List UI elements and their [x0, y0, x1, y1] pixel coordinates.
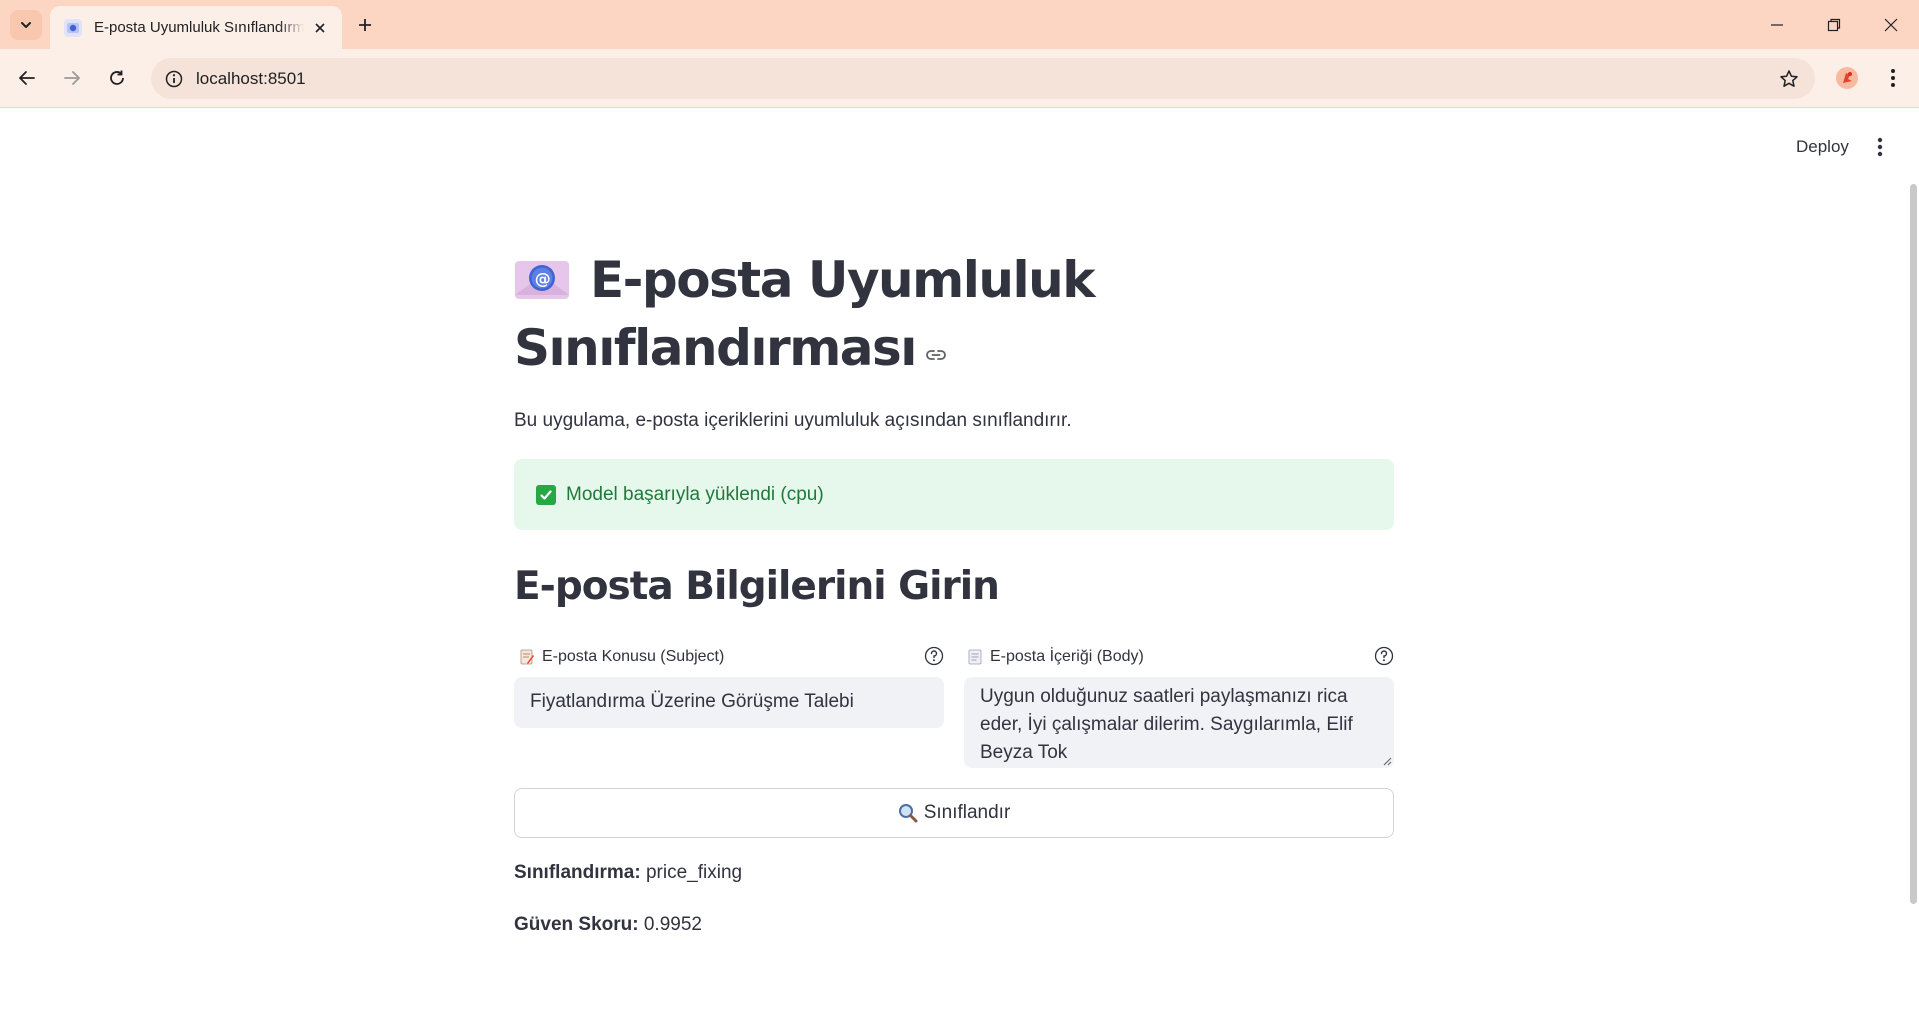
browser-tab-active[interactable]: E-posta Uyumluluk Sınıflandırması — [50, 6, 342, 49]
magnifying-glass-icon — [898, 804, 918, 823]
extension-icon[interactable] — [1832, 63, 1862, 93]
success-message: Model başarıyla yüklendi (cpu) — [566, 483, 824, 505]
site-info-icon[interactable] — [163, 68, 185, 90]
page-scrollbar[interactable] — [1910, 184, 1917, 904]
classify-button-label: Sınıflandır — [923, 802, 1011, 823]
classification-value: price_fixing — [645, 862, 743, 883]
tab-close-icon[interactable] — [310, 18, 330, 38]
classify-button[interactable]: Sınıflandır — [514, 788, 1394, 838]
subject-help-icon[interactable] — [924, 646, 944, 666]
subject-label-text: E-posta Konusu (Subject) — [542, 648, 725, 665]
confidence-label: Güven Skoru: — [514, 914, 639, 935]
restore-icon — [1827, 18, 1841, 32]
tab-title: E-posta Uyumluluk Sınıflandırması — [94, 19, 304, 36]
arrow-left-icon — [19, 71, 35, 85]
app-menu-button[interactable] — [1866, 132, 1894, 162]
browser-tab-bar: E-posta Uyumluluk Sınıflandırması — [0, 0, 1919, 49]
confidence-value: 0.9952 — [643, 914, 702, 935]
reload-button[interactable] — [102, 63, 132, 93]
app-description: Bu uygulama, e-posta içeriklerini uyumlu… — [514, 410, 1072, 431]
success-alert: Model başarıyla yüklendi (cpu) — [514, 459, 1394, 530]
body-label: E-posta İçeriği (Body) — [968, 648, 1144, 666]
chevron-down-icon — [21, 22, 31, 28]
confidence-result: Güven Skoru: 0.9952 — [514, 914, 702, 936]
close-window-button[interactable] — [1873, 10, 1909, 40]
bookmark-star-icon[interactable] — [1777, 67, 1801, 91]
subject-input[interactable]: Fiyatlandırma Üzerine Görüşme Talebi — [514, 677, 944, 728]
subject-label: E-posta Konusu (Subject) — [520, 648, 724, 666]
browser-toolbar: localhost:8501 — [0, 49, 1919, 108]
minimize-button[interactable] — [1759, 10, 1795, 40]
memo-icon — [520, 649, 534, 665]
page-title: @ E-posta Uyumluluk Sınıflandırması — [514, 246, 1274, 382]
page-icon — [968, 649, 982, 665]
close-icon — [1884, 18, 1898, 32]
title-line-2: Sınıflandırması — [514, 319, 917, 377]
back-button[interactable] — [12, 63, 42, 93]
body-label-text: E-posta İçeriği (Body) — [990, 648, 1144, 665]
resize-handle-icon[interactable] — [1380, 754, 1392, 766]
minimize-icon — [1771, 24, 1783, 26]
forward-button[interactable] — [57, 63, 87, 93]
restore-button[interactable] — [1816, 10, 1852, 40]
new-tab-button[interactable] — [352, 12, 378, 38]
deploy-button[interactable]: Deploy — [1784, 131, 1861, 163]
plus-icon — [359, 19, 371, 31]
svg-text:@: @ — [535, 269, 550, 288]
more-vert-icon — [1891, 69, 1895, 87]
section-header: E-posta Bilgilerini Girin — [514, 564, 1000, 609]
title-line-1: E-posta Uyumluluk — [590, 251, 1095, 309]
classification-result: Sınıflandırma: price_fixing — [514, 862, 742, 884]
e-mail-emoji-icon: @ — [514, 250, 570, 299]
browser-menu-button[interactable] — [1878, 63, 1908, 93]
address-bar[interactable]: localhost:8501 — [151, 58, 1815, 99]
check-mark-icon — [536, 484, 556, 505]
more-vert-icon — [1877, 137, 1883, 157]
link-anchor-icon[interactable] — [924, 316, 948, 360]
body-textarea[interactable]: Uygun olduğunuz saatleri paylaşmanızı ri… — [964, 677, 1394, 768]
body-text: Uygun olduğunuz saatleri paylaşmanızı ri… — [980, 686, 1353, 763]
body-help-icon[interactable] — [1374, 646, 1394, 666]
url-text: localhost:8501 — [196, 69, 306, 88]
tab-search-button[interactable] — [10, 10, 42, 40]
favicon-icon — [64, 18, 82, 37]
reload-icon — [110, 70, 124, 85]
classification-label: Sınıflandırma: — [514, 862, 641, 883]
streamlit-page: Deploy @ E-posta Uyumluluk Sınıflandırmas… — [0, 108, 1919, 1017]
arrow-right-icon — [64, 71, 80, 85]
